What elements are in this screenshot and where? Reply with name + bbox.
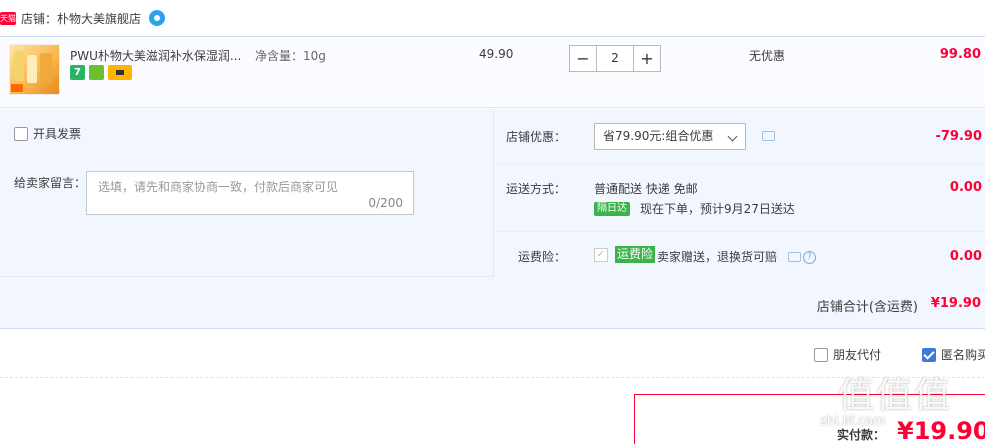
options-left-panel: 开具发票 给卖家留言： 选填，请先和商家协商一致，付款后商家可见 0/200 [0, 109, 493, 277]
chevron-down-icon [727, 131, 738, 142]
anonymous-purchase-checkbox[interactable] [922, 347, 936, 362]
seller-note-char-count: 0/200 [368, 196, 403, 210]
wangwang-chat-icon[interactable] [149, 10, 166, 26]
comment-bubble-icon[interactable] [788, 252, 801, 262]
quantity-input[interactable]: 2 [597, 45, 633, 72]
anonymous-purchase-option[interactable]: 匿名购买 [922, 346, 985, 363]
product-spec: 净含量：10g [255, 49, 326, 63]
quantity-stepper: − 2 + [569, 45, 661, 72]
friend-pay-checkbox[interactable] [814, 347, 828, 362]
credit-card-icon[interactable] [108, 65, 132, 80]
seven-day-return-icon[interactable]: 7 [70, 65, 85, 80]
comment-bubble-icon[interactable] [762, 131, 775, 141]
shield-icon[interactable] [89, 65, 104, 80]
quantity-increase-button[interactable]: + [633, 45, 661, 72]
insurance-value: 0.00 [949, 249, 982, 264]
help-icon[interactable]: ? [803, 251, 816, 264]
insurance-row: 运费险： ✓ 运费险 卖家赠送，退换货可赔 ? 0.00 [494, 232, 985, 277]
shipping-value: 0.00 [949, 180, 982, 195]
item-discount: 无优惠 [749, 49, 786, 63]
invoice-checkbox[interactable] [14, 126, 28, 141]
product-title-link[interactable]: PWU朴物大美滋润补水保湿润... [70, 47, 242, 64]
friend-pay-label: 朋友代付 [833, 348, 882, 362]
shop-total-value: ¥19.90 [930, 296, 981, 311]
seller-note-label: 给卖家留言： [14, 176, 87, 190]
tmall-badge: 天猫 [0, 11, 16, 25]
service-icons: 7 [70, 65, 132, 80]
unit-price: 49.90 [479, 47, 514, 61]
actual-payment-box: 实付款： ¥19.90 [634, 394, 985, 444]
item-subtotal: 99.80 [939, 47, 981, 62]
shop-name-link[interactable]: 朴物大美旗舰店 [57, 10, 141, 27]
seller-note-textarea[interactable]: 选填，请先和商家协商一致，付款后商家可见 0/200 [86, 171, 414, 215]
shop-header: 天猫 店铺： 朴物大美旗舰店 [0, 0, 985, 36]
actual-payment-amount: ¥19.90 [897, 417, 985, 444]
shop-label: 店铺： [21, 11, 58, 26]
shipping-tag-row: 隔日达 现在下单，预计9月27日送达 [594, 200, 795, 217]
shop-discount-value: -79.90 [935, 129, 982, 144]
shipping-label: 运送方式： [505, 182, 566, 196]
shop-total-row: 店铺合计(含运费) ¥19.90 [0, 277, 985, 329]
shop-discount-selected: 省79.90元:组合优惠 [603, 129, 714, 143]
seller-note-placeholder: 选填，请先和商家协商一致，付款后商家可见 [98, 180, 339, 194]
product-thumbnail[interactable] [9, 44, 60, 95]
insurance-checkbox: ✓ [594, 248, 608, 262]
quantity-decrease-button[interactable]: − [569, 45, 597, 72]
shipping-method: 普通配送 快递 免邮 [594, 182, 698, 196]
shop-discount-label: 店铺优惠： [505, 130, 566, 144]
invoice-option[interactable]: 开具发票 [14, 125, 81, 142]
shop-discount-row: 店铺优惠： 省79.90元:组合优惠 -79.90 [494, 109, 985, 164]
next-day-tag: 隔日达 [594, 201, 630, 216]
shipping-eta: 现在下单，预计9月27日送达 [640, 202, 795, 216]
friend-pay-option[interactable]: 朋友代付 [814, 346, 881, 363]
order-item-row: PWU朴物大美滋润补水保湿润... 净含量：10g 7 49.90 − 2 + … [0, 36, 985, 108]
insurance-tag: 运费险 [615, 246, 656, 263]
insurance-text: 卖家赠送，退换货可赔 [657, 250, 778, 264]
shop-total-label: 店铺合计(含运费) [816, 300, 918, 315]
anonymous-purchase-label: 匿名购买 [941, 348, 985, 362]
options-right-panel: 店铺优惠： 省79.90元:组合优惠 -79.90 运送方式： 普通配送 快递 … [493, 109, 985, 277]
shop-discount-select[interactable]: 省79.90元:组合优惠 [594, 123, 746, 150]
invoice-label: 开具发票 [33, 127, 82, 141]
insurance-label: 运费险： [517, 250, 566, 264]
payment-options-row: 朋友代付 匿名购买 [0, 330, 985, 378]
shipping-row: 运送方式： 普通配送 快递 免邮 隔日达 现在下单，预计9月27日送达 0.00 [494, 164, 985, 232]
order-options: 开具发票 给卖家留言： 选填，请先和商家协商一致，付款后商家可见 0/200 店… [0, 109, 985, 277]
actual-payment-label: 实付款： [837, 428, 886, 442]
